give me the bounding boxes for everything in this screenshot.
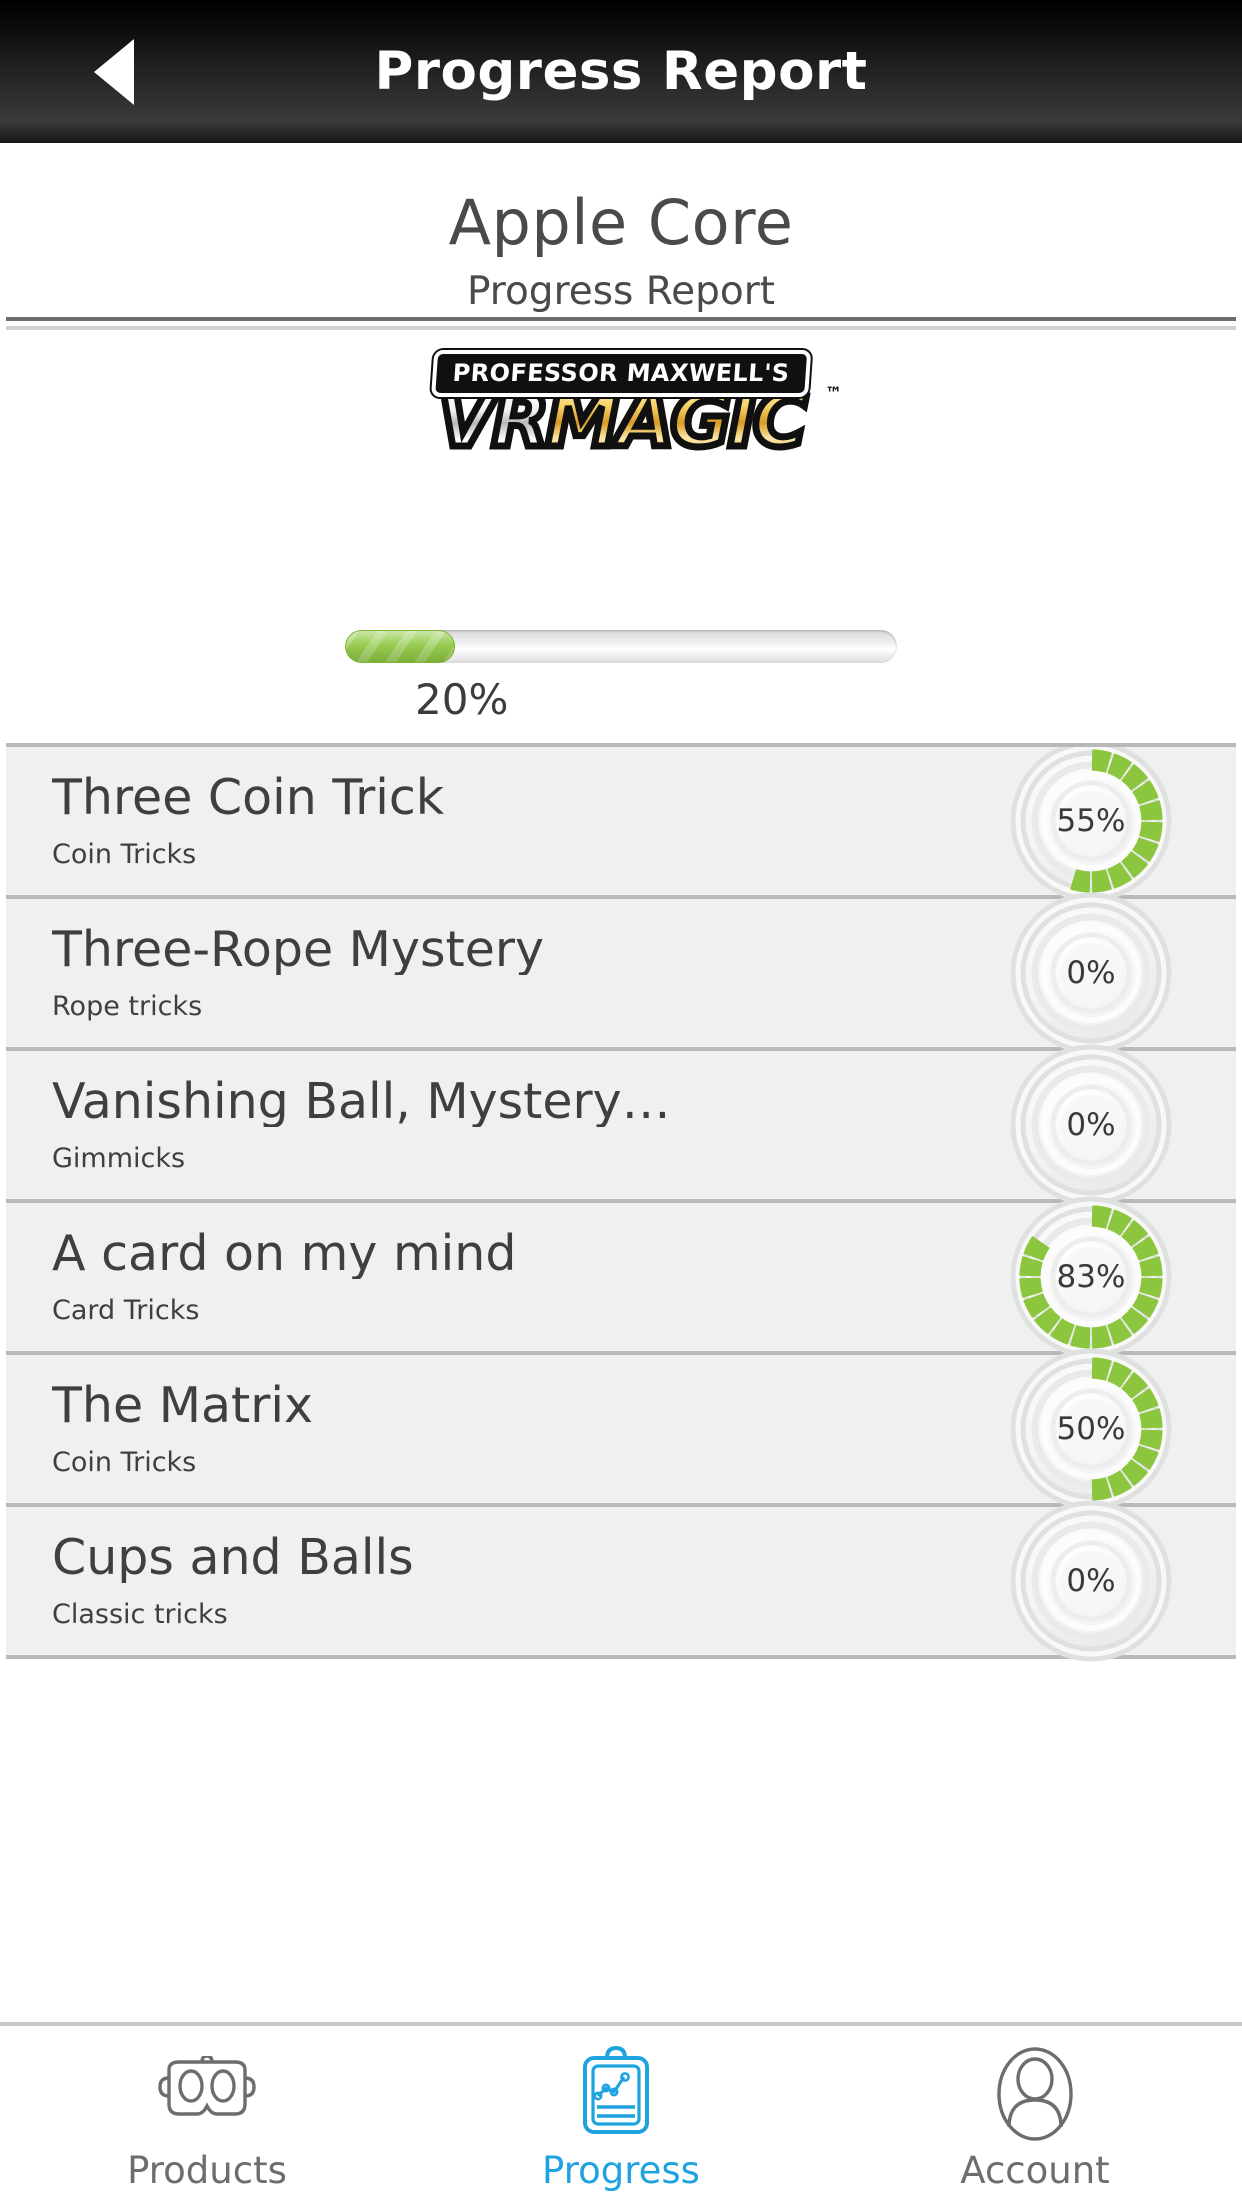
divider-light [6,326,1236,330]
trick-text-block: Three Coin Trick Coin Tricks [6,772,886,870]
trick-progress-label: 83% [1056,1259,1126,1295]
trick-text-block: The Matrix Coin Tricks [6,1380,886,1478]
trick-list-item[interactable]: Three-Rope Mystery Rope tricks 0% [6,892,1236,1054]
trick-title: Three Coin Trick [52,771,445,824]
trick-progress-label: 50% [1056,1411,1126,1447]
trick-progress-label: 55% [1056,803,1126,839]
trick-title: The Matrix [52,1379,313,1432]
trick-text-block: Three-Rope Mystery Rope tricks [6,924,886,1022]
divider-dark [6,317,1236,321]
trick-title: Three-Rope Mystery [52,923,544,976]
trademark-icon: ™ [825,383,842,404]
trick-category: Coin Tricks [52,1447,197,1479]
trick-progress-gauge: 0% [1008,1042,1174,1208]
trick-progress-gauge: 0% [1008,890,1174,1056]
nav-label-products: Products [127,2148,287,2192]
trick-progress-gauge: 55% [1008,747,1174,904]
trick-list-item[interactable]: Three Coin Trick Coin Tricks 55% [6,747,1236,902]
trick-progress-label: 0% [1066,955,1116,991]
trick-text-block: Vanishing Ball, Mystery… Gimmicks [6,1076,886,1174]
trick-category: Card Tricks [52,1295,200,1327]
nav-item-progress[interactable]: Progress [414,2026,828,2208]
person-icon [986,2046,1084,2141]
page-subtitle: Progress Report [466,269,776,315]
nav-item-products[interactable]: Products [0,2026,414,2208]
back-triangle-icon [94,38,134,105]
trick-title: Vanishing Ball, Mystery… [52,1075,671,1128]
brand-logo: PROFESSOR MAXWELL'S VR MAGIC ™ [0,340,1242,475]
overall-progress-section: 20% [0,630,1242,724]
trick-list-item[interactable]: Vanishing Ball, Mystery… Gimmicks 0% [6,1044,1236,1206]
trick-list[interactable]: Three Coin Trick Coin Tricks 55% Three-Rop… [6,743,1236,1918]
nav-label-account: Account [960,2148,1110,2192]
nav-item-account[interactable]: Account [828,2026,1242,2208]
trick-progress-label: 0% [1066,1563,1116,1599]
app-header: Progress Report [0,0,1242,143]
title-block: Apple Core Progress Report [0,143,1242,315]
overall-progress-track [345,630,897,663]
overall-progress-label: 20% [415,675,509,724]
page-title: Apple Core [448,186,794,259]
trick-text-block: Cups and Balls Classic tricks [6,1532,886,1630]
trick-progress-label: 0% [1066,1107,1116,1143]
trick-title: A card on my mind [52,1227,517,1280]
vr-headset-icon [155,2047,259,2141]
trick-progress-gauge: 50% [1008,1346,1174,1512]
trick-category: Classic tricks [52,1599,228,1631]
trick-category: Coin Tricks [52,839,197,871]
trick-category: Rope tricks [52,991,203,1023]
bottom-navigation: Products Progress Account [0,2022,1242,2208]
trick-title: Cups and Balls [52,1531,414,1584]
logo-top-text: PROFESSOR MAXWELL'S [431,349,811,397]
trick-list-item[interactable]: The Matrix Coin Tricks 50% [6,1348,1236,1510]
app-root: Progress Report Apple Core Progress Repo… [0,0,1242,2208]
trick-progress-gauge: 83% [1008,1194,1174,1360]
back-button[interactable] [78,36,150,108]
overall-progress-fill [345,630,456,663]
trick-list-item[interactable]: A card on my mind Card Tricks 83% [6,1196,1236,1358]
trick-progress-gauge: 0% [1008,1498,1174,1664]
trick-text-block: A card on my mind Card Tricks [6,1228,886,1326]
clipboard-chart-icon [575,2045,667,2141]
trick-category: Gimmicks [52,1143,186,1175]
nav-label-progress: Progress [542,2148,700,2192]
header-title: Progress Report [374,41,868,102]
trick-list-item[interactable]: Cups and Balls Classic tricks 0% [6,1500,1236,1662]
